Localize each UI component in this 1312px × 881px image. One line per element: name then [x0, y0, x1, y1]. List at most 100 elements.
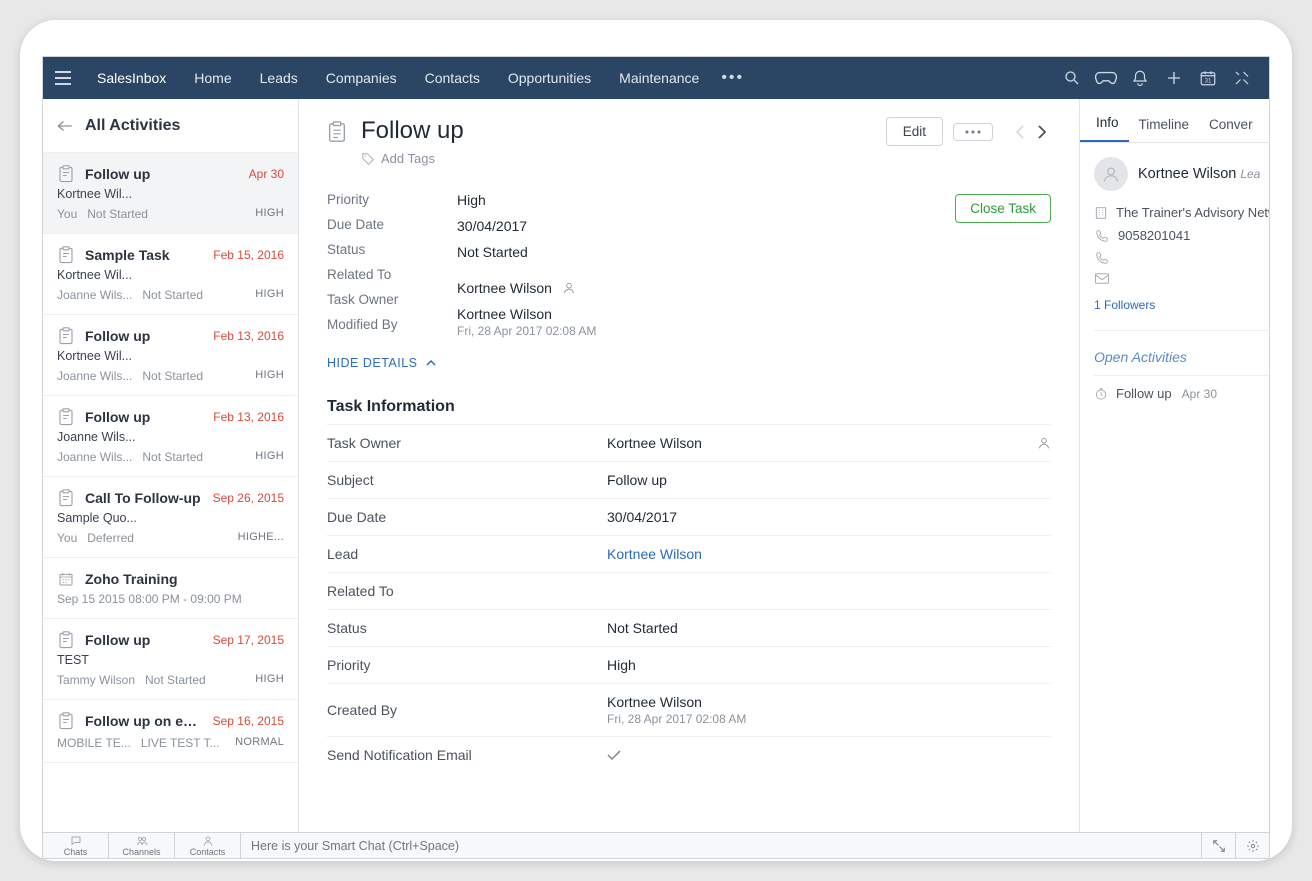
footer-tab-contacts[interactable]: Contacts — [175, 833, 241, 858]
value-modifiedby: Kortnee Wilson Fri, 28 Apr 2017 02:08 AM — [457, 306, 1051, 338]
more-actions-button[interactable] — [953, 123, 993, 141]
activity-priority: HIGH — [255, 673, 284, 687]
ti-value-lead[interactable]: Kortnee Wilson — [607, 546, 1051, 562]
person-icon — [1037, 436, 1051, 450]
nav-companies[interactable]: Companies — [312, 57, 411, 99]
activity-date: Sep 16, 2015 — [213, 714, 284, 728]
activity-owner: Joanne Wils... — [57, 288, 132, 302]
followers-link[interactable]: 1 Followers — [1094, 298, 1269, 312]
activity-item[interactable]: Sample TaskFeb 15, 2016Kortnee Wil...Joa… — [43, 234, 298, 315]
hide-details-toggle[interactable]: HIDE DETAILS — [327, 356, 1051, 370]
label-taskowner: Task Owner — [327, 292, 457, 307]
label-modifiedby: Modified By — [327, 317, 457, 332]
ti-value-priority[interactable]: High — [607, 657, 1051, 673]
smart-chat-input[interactable] — [241, 833, 1201, 858]
nav-more-icon[interactable]: ••• — [713, 69, 752, 87]
close-task-button[interactable]: Close Task — [955, 194, 1051, 223]
chat-footer: Chats Channels Contacts — [43, 832, 1269, 858]
nav-opportunities[interactable]: Opportunities — [494, 57, 605, 99]
activity-subtitle: Kortnee Wil... — [57, 268, 284, 282]
activity-date: Sep 17, 2015 — [213, 633, 284, 647]
ti-label-lead: Lead — [327, 546, 607, 562]
ti-value-sendnotif[interactable] — [607, 750, 1051, 760]
task-icon — [57, 631, 75, 649]
activities-sidebar: All Activities Follow upApr 30Kortnee Wi… — [43, 99, 299, 832]
edit-button[interactable]: Edit — [886, 117, 943, 146]
open-activity-item[interactable]: Follow up Apr 30 — [1094, 375, 1269, 401]
mail-icon — [1094, 273, 1110, 284]
activity-priority: HIGH — [255, 450, 284, 464]
activity-owner: Joanne Wils... — [57, 369, 132, 383]
nav-contacts[interactable]: Contacts — [411, 57, 494, 99]
svg-text:31: 31 — [1205, 79, 1212, 85]
hamburger-icon[interactable] — [53, 68, 73, 88]
footer-tab-channels[interactable]: Channels — [109, 833, 175, 858]
label-priority: Priority — [327, 192, 457, 207]
activity-priority: HIGHE... — [238, 531, 284, 545]
activity-priority: NORMAL — [235, 736, 284, 750]
activity-title: Follow up — [85, 166, 243, 182]
label-duedate: Due Date — [327, 217, 457, 232]
activity-priority: HIGH — [255, 369, 284, 383]
nav-brand[interactable]: SalesInbox — [83, 57, 180, 99]
ti-value-duedate[interactable]: 30/04/2017 — [607, 509, 1051, 525]
nav-leads[interactable]: Leads — [246, 57, 312, 99]
check-icon — [607, 750, 621, 760]
task-icon — [57, 327, 75, 345]
activity-item[interactable]: Zoho TrainingSep 15 2015 08:00 PM - 09:0… — [43, 558, 298, 619]
activity-owner: You — [57, 531, 77, 545]
clock-icon — [1094, 387, 1108, 401]
activity-title: Follow up — [85, 632, 207, 648]
plus-icon[interactable] — [1157, 61, 1191, 95]
activity-subtitle: TEST — [57, 653, 284, 667]
nav-home[interactable]: Home — [180, 57, 245, 99]
activity-list[interactable]: Follow upApr 30Kortnee Wil...YouNot Star… — [43, 153, 298, 832]
gear-icon[interactable] — [1235, 833, 1269, 858]
top-navbar: SalesInbox Home Leads Companies Contacts… — [43, 57, 1269, 99]
footer-tab-chats[interactable]: Chats — [43, 833, 109, 858]
activity-status: Not Started — [145, 673, 206, 687]
label-relatedto: Related To — [327, 267, 457, 282]
activity-item[interactable]: Follow up on emailSep 16, 2015MOBILE TE.… — [43, 700, 298, 763]
activity-item[interactable]: Follow upFeb 13, 2016Joanne Wils...Joann… — [43, 396, 298, 477]
ti-label-priority: Priority — [327, 657, 607, 673]
sidebar-title: All Activities — [85, 117, 180, 135]
tag-icon — [361, 152, 375, 166]
activity-status: Not Started — [87, 207, 148, 221]
add-tags-button[interactable]: Add Tags — [361, 151, 464, 166]
phone-icon — [1094, 251, 1110, 265]
search-icon[interactable] — [1055, 61, 1089, 95]
tools-icon[interactable] — [1225, 61, 1259, 95]
bell-icon[interactable] — [1123, 61, 1157, 95]
calendar-icon[interactable]: 31 — [1191, 61, 1225, 95]
ti-value-subject[interactable]: Follow up — [607, 472, 1051, 488]
prev-record-icon[interactable] — [1011, 120, 1029, 144]
activity-title: Follow up — [85, 409, 207, 425]
tab-timeline[interactable]: Timeline — [1129, 107, 1200, 142]
task-icon — [57, 165, 75, 183]
activity-item[interactable]: Call To Follow-upSep 26, 2015Sample Quo.… — [43, 477, 298, 558]
nav-maintenance[interactable]: Maintenance — [605, 57, 713, 99]
activity-item[interactable]: Follow upSep 17, 2015TESTTammy WilsonNot… — [43, 619, 298, 700]
task-info-title: Task Information — [327, 398, 1051, 416]
next-record-icon[interactable] — [1033, 120, 1051, 144]
ti-value-createdby: Kortnee Wilson Fri, 28 Apr 2017 02:08 AM — [607, 694, 1051, 726]
back-arrow-icon[interactable] — [55, 116, 75, 136]
ti-value-taskowner[interactable]: Kortnee Wilson — [607, 435, 1051, 451]
activity-item[interactable]: Follow upApr 30Kortnee Wil...YouNot Star… — [43, 153, 298, 234]
contact-name[interactable]: Kortnee Wilson — [1138, 166, 1236, 182]
ti-value-status[interactable]: Not Started — [607, 620, 1051, 636]
popout-icon[interactable] — [1201, 833, 1235, 858]
tab-conversations[interactable]: Conver — [1199, 107, 1263, 142]
ti-label-subject: Subject — [327, 472, 607, 488]
activity-item[interactable]: Follow upFeb 13, 2016Kortnee Wil...Joann… — [43, 315, 298, 396]
contact-email[interactable] — [1094, 273, 1269, 284]
contact-phone[interactable]: 9058201041 — [1094, 228, 1269, 243]
gamepad-icon[interactable] — [1089, 61, 1123, 95]
calendar-icon — [57, 570, 75, 588]
task-icon — [57, 408, 75, 426]
contact-phone2[interactable] — [1094, 251, 1269, 265]
activity-date: Feb 15, 2016 — [213, 248, 284, 262]
ti-label-status: Status — [327, 620, 607, 636]
tab-info[interactable]: Info — [1080, 105, 1129, 142]
